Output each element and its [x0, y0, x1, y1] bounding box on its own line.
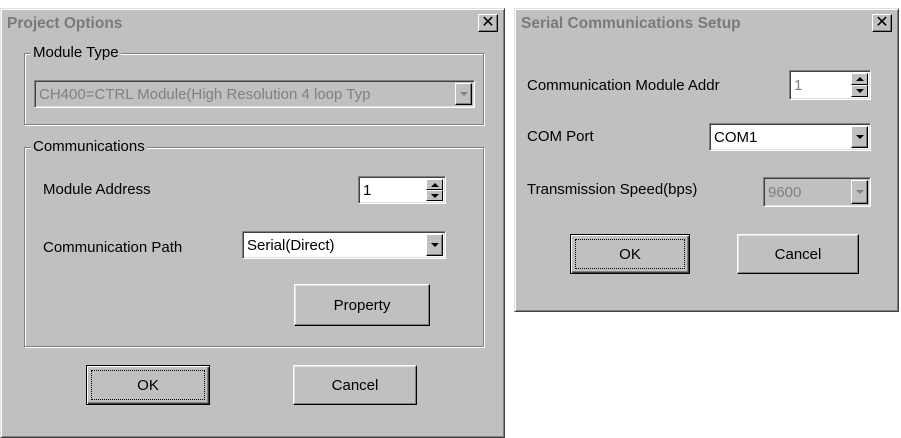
serial-setup-dialog: Serial Communications Setup ✕ Communicat… — [514, 8, 899, 312]
module-type-group: Module Type CH400=CTRL Module(High Resol… — [24, 44, 484, 125]
transmission-speed-value: 9600 — [768, 183, 802, 201]
com-port-dropdown-button[interactable] — [851, 126, 868, 148]
module-address-label: Module Address — [43, 181, 151, 198]
close-button[interactable]: ✕ — [478, 14, 498, 32]
communications-label: Communications — [31, 138, 147, 156]
communication-path-value: Serial(Direct) — [247, 236, 335, 254]
chevron-down-icon — [459, 92, 468, 96]
com-port-value: COM1 — [714, 128, 758, 146]
chevron-down-icon — [430, 243, 439, 247]
focus-rectangle — [91, 370, 205, 400]
communication-path-dropdown-button[interactable] — [426, 234, 443, 256]
close-icon: ✕ — [481, 14, 495, 31]
project-options-dialog: Project Options ✕ Module Type CH400=CTRL… — [0, 8, 505, 438]
spin-up-button[interactable] — [426, 179, 443, 190]
communications-group: Communications Module Address 1 Communic… — [24, 138, 484, 347]
cancel-button[interactable]: Cancel — [737, 234, 859, 274]
ok-button[interactable]: OK — [570, 234, 690, 274]
module-addr-spinner[interactable]: 1 — [789, 70, 871, 100]
cancel-button[interactable]: Cancel — [293, 365, 417, 405]
property-button[interactable]: Property — [294, 284, 430, 326]
communication-path-label: Communication Path — [43, 239, 183, 256]
close-icon: ✕ — [875, 14, 889, 31]
arrow-down-icon — [430, 193, 439, 198]
arrow-down-icon — [855, 89, 864, 93]
communication-path-select[interactable]: Serial(Direct) — [242, 231, 446, 259]
module-addr-label: Communication Module Addr — [527, 77, 720, 94]
transmission-speed-select: 9600 — [763, 177, 871, 207]
module-addr-value: 1 — [794, 76, 803, 94]
module-address-value: 1 — [363, 181, 372, 199]
dialog-title: Project Options — [7, 15, 123, 32]
module-type-dropdown-button — [455, 83, 472, 105]
com-port-select[interactable]: COM1 — [709, 123, 871, 151]
close-button[interactable]: ✕ — [872, 14, 892, 32]
arrow-up-icon — [430, 182, 439, 187]
module-type-select: CH400=CTRL Module(High Resolution 4 loop… — [34, 80, 475, 108]
dialog-title: Serial Communications Setup — [521, 15, 741, 32]
chevron-down-icon — [855, 190, 864, 194]
cancel-button-label: Cancel — [331, 376, 379, 394]
module-address-spinner[interactable]: 1 — [358, 176, 446, 204]
property-button-label: Property — [333, 296, 391, 314]
ok-button[interactable]: OK — [86, 365, 210, 405]
title-bar[interactable]: Project Options ✕ — [3, 11, 502, 37]
spin-up-button[interactable] — [851, 73, 868, 85]
title-bar[interactable]: Serial Communications Setup ✕ — [517, 11, 896, 37]
module-type-value: CH400=CTRL Module(High Resolution 4 loop… — [39, 85, 371, 103]
arrow-up-icon — [855, 77, 864, 81]
spin-down-button[interactable] — [851, 85, 868, 97]
com-port-label: COM Port — [527, 128, 594, 145]
cancel-button-label: Cancel — [774, 245, 822, 263]
chevron-down-icon — [855, 135, 864, 139]
spin-down-button[interactable] — [426, 190, 443, 201]
focus-rectangle — [575, 239, 685, 269]
module-addr-spin-buttons[interactable] — [851, 73, 868, 97]
transmission-speed-dropdown-button — [851, 180, 868, 204]
transmission-speed-label: Transmission Speed(bps) — [527, 181, 698, 198]
module-address-spin-buttons[interactable] — [426, 179, 443, 201]
module-type-label: Module Type — [31, 44, 121, 62]
